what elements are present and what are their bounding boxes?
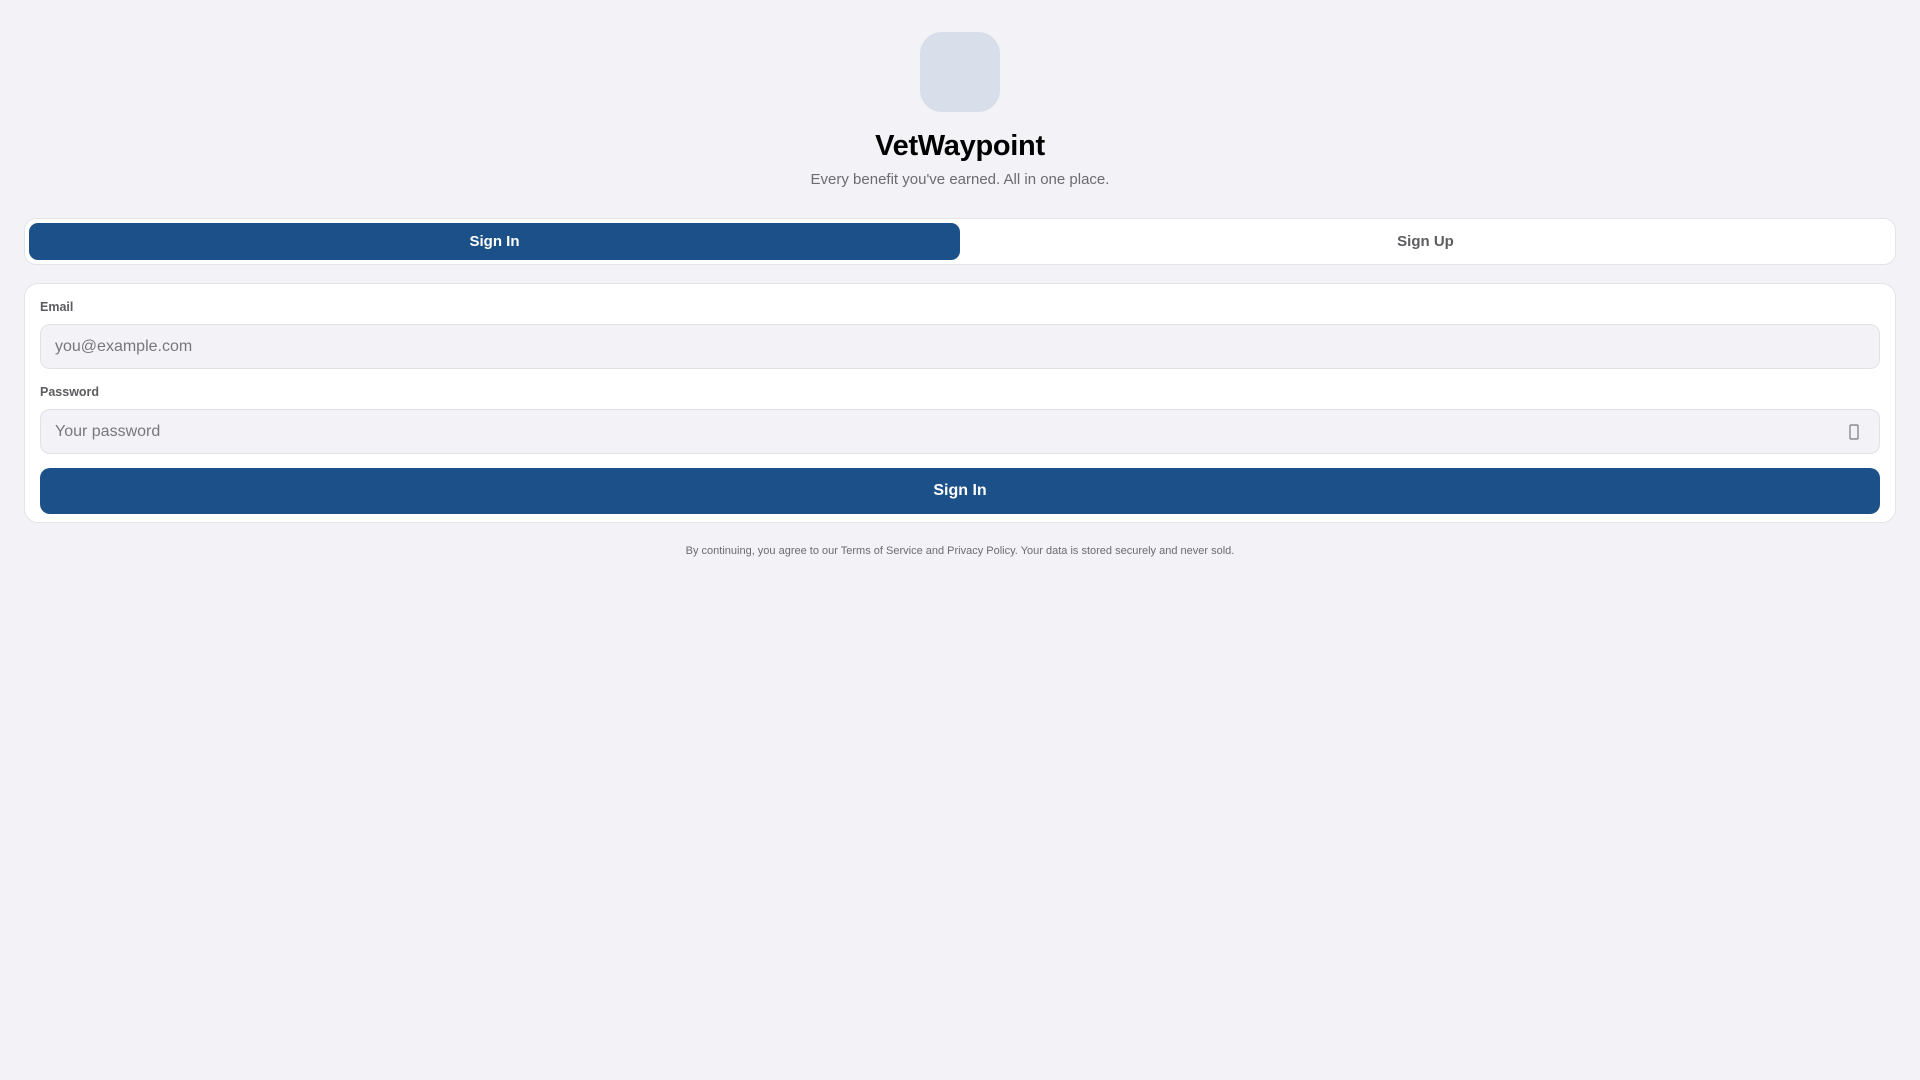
sign-in-form: Email Password Sign In: [24, 283, 1896, 523]
auth-mode-tabs: Sign In Sign Up: [24, 218, 1896, 265]
password-label: Password: [40, 385, 100, 399]
app-logo: [920, 32, 1000, 112]
email-field[interactable]: [55, 337, 1865, 356]
app-tagline: Every benefit you've earned. All in one …: [810, 171, 1110, 188]
auth-screen: VetWaypoint Every benefit you've earned.…: [0, 0, 1920, 1080]
email-label: Email: [40, 300, 74, 314]
tab-sign-in[interactable]: Sign In: [29, 223, 960, 260]
app-title: VetWaypoint: [875, 130, 1045, 162]
brand-header: VetWaypoint Every benefit you've earned.…: [24, 0, 1896, 188]
sign-in-button[interactable]: Sign In: [40, 468, 1880, 514]
tab-sign-up[interactable]: Sign Up: [960, 223, 1891, 260]
eye-icon[interactable]: [1845, 422, 1863, 442]
password-field-container: [40, 409, 1880, 454]
password-field[interactable]: [55, 422, 1845, 441]
email-field-container: [40, 324, 1880, 369]
legal-notice: By continuing, you agree to our Terms of…: [685, 545, 1235, 557]
